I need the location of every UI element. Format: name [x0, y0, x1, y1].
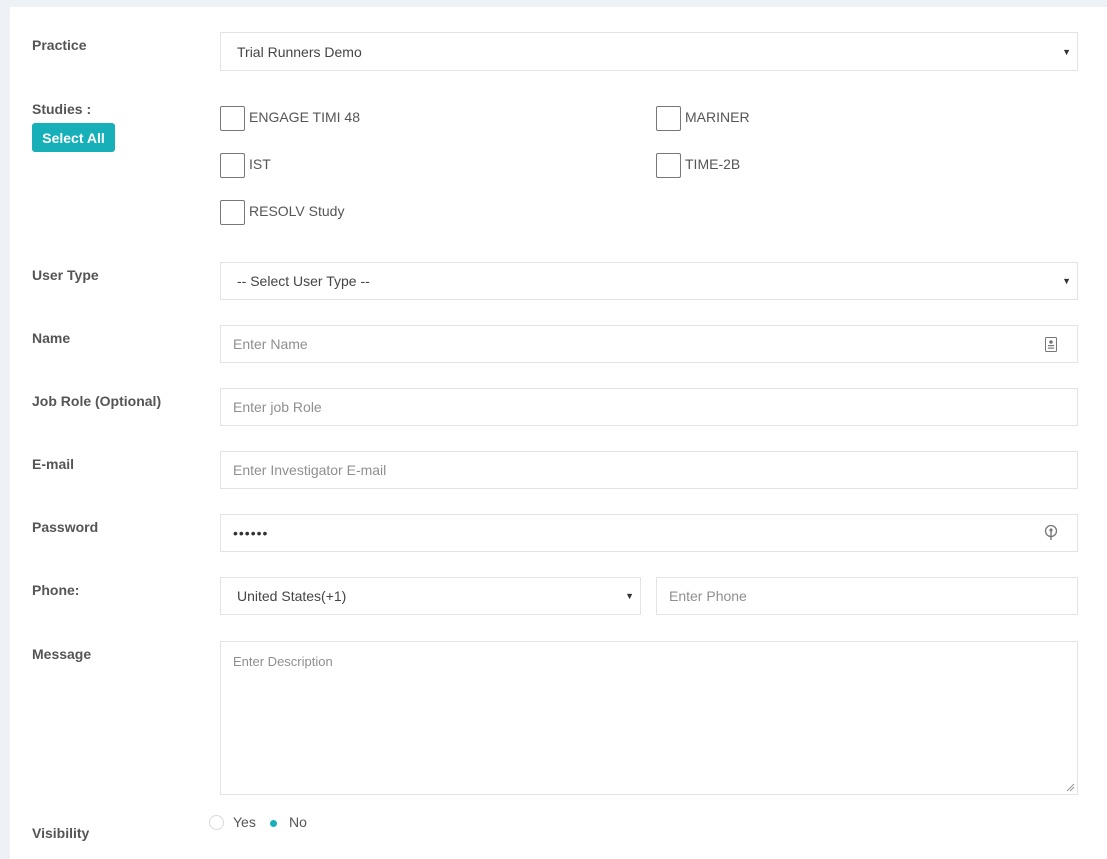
- study-option[interactable]: ENGAGE TIMI 48: [220, 106, 360, 131]
- study-checkbox[interactable]: [656, 153, 681, 178]
- password-value: ••••••: [233, 525, 269, 541]
- message-label: Message: [32, 646, 92, 662]
- resize-handle-icon[interactable]: [1066, 783, 1075, 792]
- user-type-label: User Type: [32, 267, 99, 283]
- message-textarea[interactable]: Enter Description: [220, 641, 1078, 795]
- study-option[interactable]: RESOLV Study: [220, 200, 344, 225]
- contact-card-icon: [1043, 336, 1059, 352]
- email-label: E-mail: [32, 456, 75, 472]
- chevron-down-icon: ▼: [1062, 276, 1071, 286]
- password-label: Password: [32, 519, 99, 535]
- radio-no-label: No: [289, 814, 307, 830]
- select-all-button[interactable]: Select All: [32, 123, 115, 152]
- phone-label: Phone:: [32, 582, 80, 598]
- email-input[interactable]: Enter Investigator E-mail: [220, 451, 1078, 489]
- practice-label: Practice: [32, 37, 87, 53]
- radio-no[interactable]: [265, 814, 280, 830]
- job-role-label: Job Role (Optional): [32, 393, 162, 409]
- study-checkbox[interactable]: [656, 106, 681, 131]
- radio-yes[interactable]: [209, 814, 224, 830]
- chevron-down-icon: ▼: [1062, 46, 1071, 57]
- country-code-value: United States(+1): [237, 588, 347, 604]
- visibility-option-no[interactable]: No: [265, 814, 307, 830]
- job-role-input[interactable]: Enter job Role: [220, 388, 1078, 426]
- study-checkbox[interactable]: [220, 200, 245, 225]
- study-label: MARINER: [685, 109, 750, 125]
- job-role-placeholder: Enter job Role: [233, 399, 322, 415]
- name-placeholder: Enter Name: [233, 336, 308, 352]
- message-placeholder: Enter Description: [233, 654, 333, 669]
- user-type-select[interactable]: -- Select User Type -- ▼: [220, 262, 1078, 300]
- email-placeholder: Enter Investigator E-mail: [233, 462, 387, 478]
- password-input[interactable]: ••••••: [220, 514, 1078, 552]
- phone-input[interactable]: Enter Phone: [656, 577, 1078, 615]
- study-label: IST: [249, 156, 271, 172]
- name-label: Name: [32, 330, 71, 346]
- study-label: RESOLV Study: [249, 203, 345, 219]
- studies-label: Studies :: [32, 101, 92, 117]
- phone-placeholder: Enter Phone: [669, 588, 747, 604]
- user-type-selected-value: -- Select User Type --: [237, 273, 370, 289]
- study-option[interactable]: MARINER: [656, 106, 750, 131]
- study-checkbox[interactable]: [220, 106, 245, 131]
- study-option[interactable]: TIME-2B: [656, 153, 740, 178]
- study-label: ENGAGE TIMI 48: [249, 109, 360, 125]
- study-label: TIME-2B: [685, 156, 741, 172]
- country-code-select[interactable]: United States(+1) ▼: [220, 577, 641, 615]
- name-input[interactable]: Enter Name: [220, 325, 1078, 363]
- practice-selected-value: Trial Runners Demo: [237, 43, 362, 60]
- key-icon[interactable]: [1043, 525, 1059, 541]
- radio-yes-label: Yes: [233, 814, 256, 830]
- study-checkbox[interactable]: [220, 153, 245, 178]
- study-option[interactable]: IST: [220, 153, 271, 178]
- visibility-option-yes[interactable]: Yes: [209, 814, 256, 830]
- practice-select[interactable]: Trial Runners Demo ▼: [220, 32, 1078, 71]
- chevron-down-icon: ▼: [625, 591, 634, 601]
- visibility-label: Visibility: [32, 825, 90, 841]
